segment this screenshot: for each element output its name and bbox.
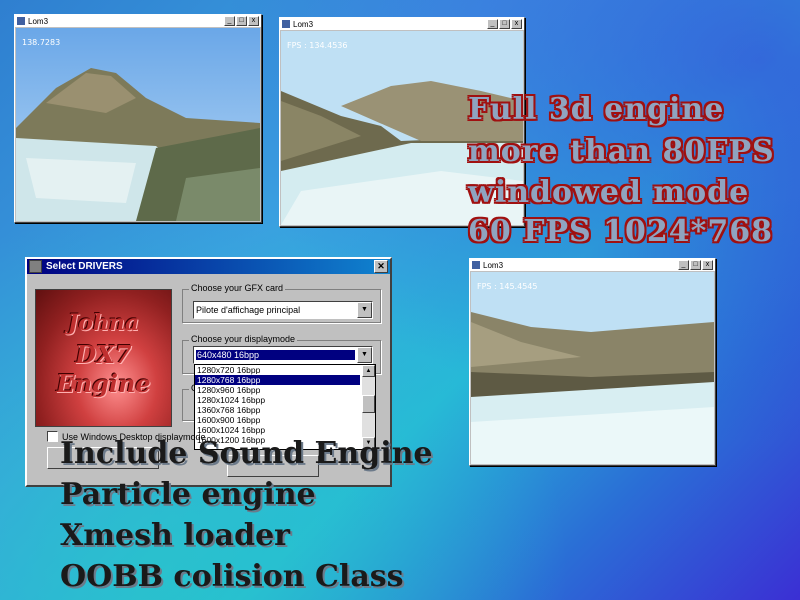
gfx-card-label: Choose your GFX card: [189, 283, 286, 293]
scroll-up-icon[interactable]: ▲: [362, 365, 375, 377]
window-titlebar[interactable]: Lom3 _ □ x: [280, 18, 524, 31]
app-icon: [29, 260, 42, 273]
promo-line-3: windowed mode: [468, 175, 750, 210]
feature-line-1: Include Sound Engine: [60, 436, 433, 471]
demo-window-1[interactable]: Lom3 _ □ x 138.7283: [14, 14, 262, 223]
fps-counter: FPS : 134.4536: [287, 41, 348, 50]
gfx-card-value: Pilote d'affichage principal: [196, 305, 301, 315]
feature-line-3: Xmesh loader: [60, 518, 290, 553]
maximize-icon[interactable]: □: [499, 19, 510, 29]
app-icon: [17, 17, 25, 25]
window-title: Lom3: [28, 16, 49, 26]
dialog-title: Select DRIVERS: [46, 261, 123, 272]
window-title: Lom3: [483, 260, 504, 270]
app-icon: [282, 20, 290, 28]
window-title: Lom3: [293, 19, 314, 29]
feature-line-4: OOBB colision Class: [60, 559, 404, 594]
close-icon[interactable]: x: [248, 16, 259, 26]
displaymode-option[interactable]: 1280x1024 16bpp: [195, 395, 360, 405]
chevron-down-icon[interactable]: ▼: [357, 347, 372, 363]
displaymode-option[interactable]: 1360x768 16bpp: [195, 405, 360, 415]
logo-text-2: DX7 Engine: [56, 340, 151, 398]
fps-counter: 138.7283: [22, 38, 61, 47]
close-icon[interactable]: x: [702, 260, 713, 270]
engine-logo: Johna DX7 Engine: [35, 289, 172, 427]
app-icon: [472, 261, 480, 269]
fps-counter: FPS : 145.4545: [477, 282, 538, 291]
close-icon[interactable]: ✕: [374, 260, 388, 273]
chevron-down-icon[interactable]: ▼: [357, 302, 372, 318]
logo-text-1: Johna: [67, 310, 140, 336]
minimize-icon[interactable]: _: [224, 16, 235, 26]
displaymode-option[interactable]: 1280x960 16bpp: [195, 385, 360, 395]
displaymode-option[interactable]: 1600x1024 16bpp: [195, 425, 360, 435]
minimize-icon[interactable]: _: [678, 260, 689, 270]
minimize-icon[interactable]: _: [487, 19, 498, 29]
promo-line-4: 60 FPS 1024*768: [468, 214, 773, 249]
displaymode-option[interactable]: 1280x768 16bpp: [195, 374, 361, 386]
displaymode-option[interactable]: 1280x720 16bpp: [195, 365, 360, 375]
promo-line-1: Full 3d engine: [468, 92, 725, 127]
demo-window-3[interactable]: Lom3 _ □ x FPS : 145.4545: [469, 258, 716, 466]
desktop-displaymode-checkbox[interactable]: [47, 431, 58, 442]
maximize-icon[interactable]: □: [690, 260, 701, 270]
dialog-titlebar[interactable]: Select DRIVERS ✕: [27, 259, 390, 274]
terrain-scene: 138.7283: [16, 28, 260, 221]
close-icon[interactable]: x: [511, 19, 522, 29]
gfx-card-select[interactable]: Pilote d'affichage principal ▼: [193, 301, 373, 319]
maximize-icon[interactable]: □: [236, 16, 247, 26]
gfx-card-group: Choose your GFX card Pilote d'affichage …: [182, 283, 381, 323]
window-titlebar[interactable]: Lom3 _ □ x: [470, 259, 715, 272]
window-titlebar[interactable]: Lom3 _ □ x: [15, 15, 261, 28]
feature-line-2: Particle engine: [60, 477, 316, 512]
displaymode-value: 640x480 16bpp: [196, 350, 355, 360]
terrain-scene: FPS : 145.4545: [471, 272, 714, 464]
displaymode-select[interactable]: 640x480 16bpp ▼: [193, 346, 373, 364]
promo-line-2: more than 80FPS: [468, 134, 775, 169]
displaymode-label: Choose your displaymode: [189, 334, 298, 344]
scroll-thumb[interactable]: [362, 395, 375, 413]
displaymode-option[interactable]: 1600x900 16bpp: [195, 415, 360, 425]
